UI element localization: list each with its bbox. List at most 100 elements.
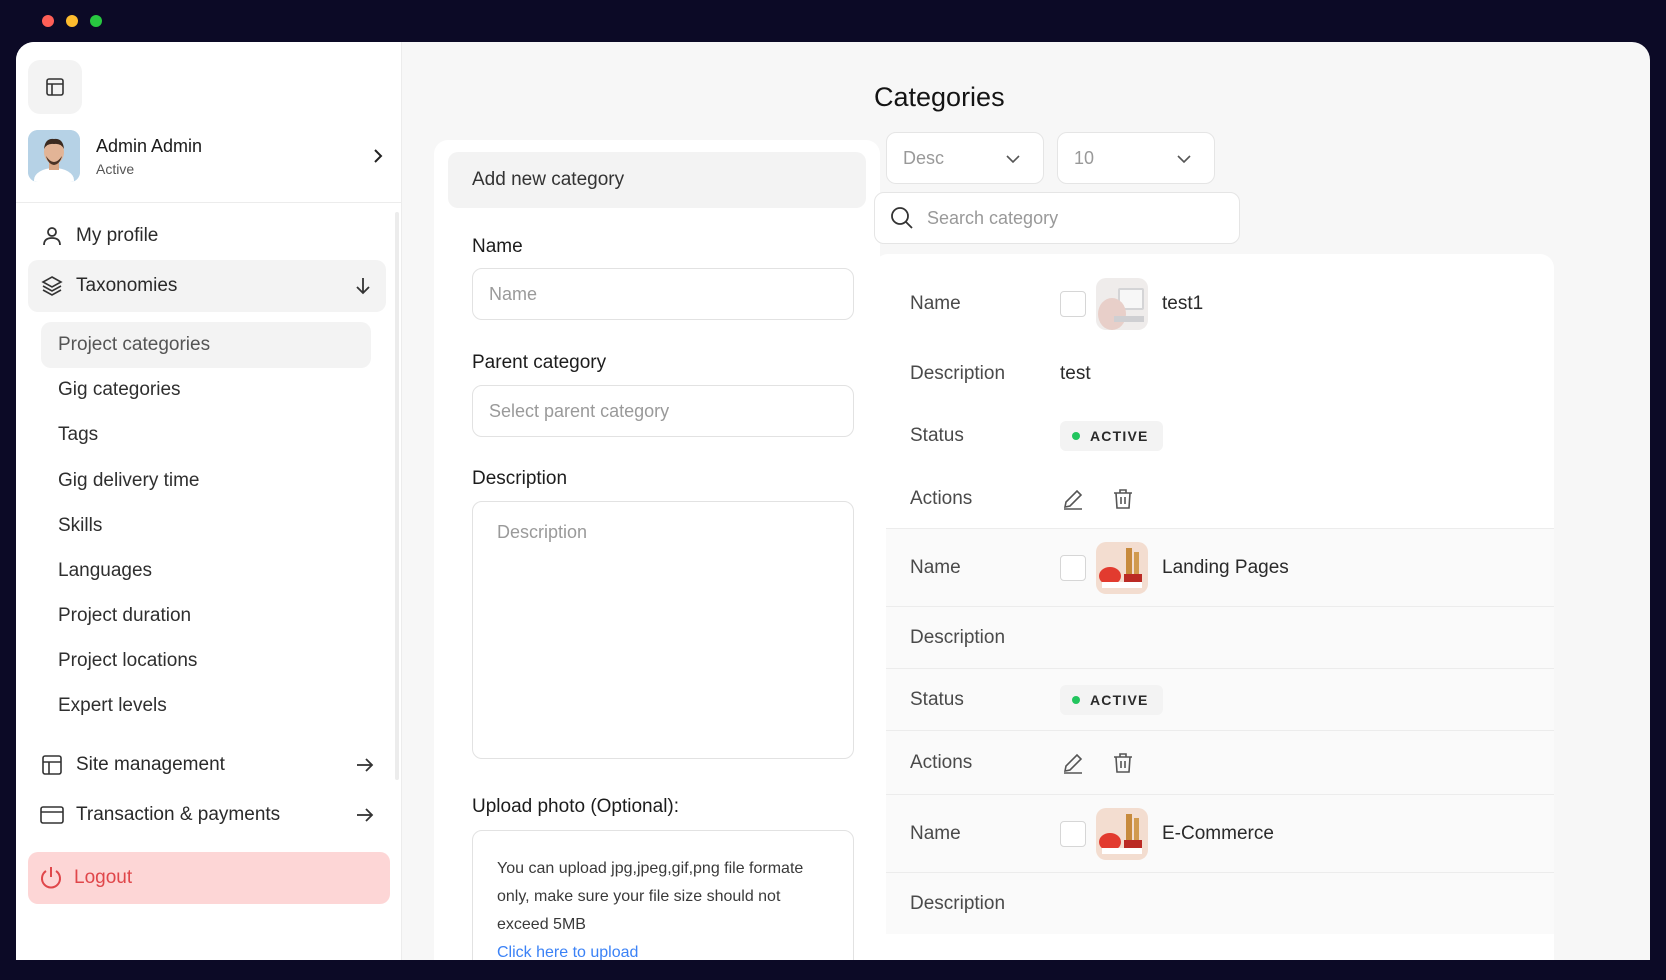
status-badge: ACTIVE: [1060, 421, 1163, 451]
upload-hint: You can upload jpg,jpeg,gif,png file for…: [497, 860, 804, 933]
user-icon: [40, 224, 64, 248]
trash-icon: [1114, 752, 1132, 773]
arrow-right-icon: [357, 758, 374, 772]
search-placeholder: Search category: [927, 207, 1059, 228]
toggle-layout-button[interactable]: [28, 60, 82, 114]
edit-button[interactable]: [1060, 486, 1086, 512]
chevron-right-icon: [374, 149, 383, 163]
sidebar-item-site-management[interactable]: Site management: [28, 739, 400, 791]
pencil-icon: [1063, 489, 1083, 510]
arrow-down-icon: [356, 278, 370, 295]
category-row-description: Description: [886, 606, 1554, 668]
description-textarea[interactable]: Description: [472, 501, 854, 759]
field-label: Actions: [910, 751, 973, 773]
upload-link[interactable]: Click here to upload: [497, 939, 829, 960]
window-controls: [42, 15, 102, 27]
category-row-description: Description test: [886, 348, 1554, 400]
upload-dropzone[interactable]: You can upload jpg,jpeg,gif,png file for…: [472, 830, 854, 960]
upload-photo-label: Upload photo (Optional):: [472, 796, 680, 817]
category-row-status: Status ACTIVE: [886, 668, 1554, 730]
delete-button[interactable]: [1110, 750, 1136, 776]
field-label: Actions: [910, 488, 973, 509]
profile-name: Admin Admin: [96, 135, 203, 156]
add-category-header: Add new category: [448, 152, 866, 208]
sidebar-subitem-gig-delivery-time[interactable]: Gig delivery time: [41, 458, 371, 504]
category-name: Landing Pages: [1162, 556, 1289, 578]
profile-card[interactable]: Admin Admin Active: [28, 130, 388, 182]
delete-button[interactable]: [1110, 486, 1136, 512]
status-text: ACTIVE: [1090, 691, 1149, 708]
select-checkbox[interactable]: [1060, 291, 1086, 317]
status-dot: [1072, 695, 1080, 704]
field-label: Status: [910, 425, 964, 446]
parent-category-label: Parent category: [472, 352, 607, 373]
minimize-window-button[interactable]: [66, 15, 78, 27]
sidebar-subitem-project-duration[interactable]: Project duration: [41, 593, 371, 639]
sidebar-subitem-languages[interactable]: Languages: [41, 548, 371, 594]
sidebar-item-label: Taxonomies: [76, 275, 178, 296]
sidebar-subitem-project-locations[interactable]: Project locations: [41, 638, 371, 684]
category-row-actions: Actions: [886, 730, 1554, 794]
search-icon: [891, 207, 913, 229]
name-input[interactable]: Name: [472, 268, 854, 320]
category-row-status: Status ACTIVE: [886, 410, 1554, 462]
sidebar-item-label: My profile: [76, 225, 159, 246]
sidebar-subitem-project-categories[interactable]: Project categories: [41, 322, 371, 368]
select-checkbox[interactable]: [1060, 554, 1086, 581]
layers-icon: [40, 274, 64, 298]
status-text: ACTIVE: [1090, 428, 1149, 444]
sidebar-subitem-tags[interactable]: Tags: [41, 412, 371, 458]
status-dot: [1072, 432, 1080, 440]
add-category-card: Add new category Name Name Parent catego…: [434, 140, 880, 960]
sort-value: Desc: [903, 147, 945, 168]
category-row-name: Name test1: [886, 276, 1554, 332]
sidebar: Admin Admin Active My profile Taxonomies…: [16, 42, 402, 960]
category-row-name: Name E-Commerce: [886, 794, 1554, 872]
sidebar-subitem-expert-levels[interactable]: Expert levels: [41, 683, 371, 729]
sidebar-item-taxonomies[interactable]: Taxonomies: [28, 260, 386, 312]
field-label: Name: [910, 822, 961, 844]
search-input[interactable]: Search category: [874, 192, 1240, 244]
description-label: Description: [472, 468, 568, 489]
app-window: Admin Admin Active My profile Taxonomies…: [16, 42, 1650, 960]
category-row-actions: Actions: [886, 472, 1554, 526]
power-icon: [41, 867, 61, 889]
field-label: Status: [910, 688, 964, 710]
sidebar-item-transactions[interactable]: Transaction & payments: [28, 789, 400, 841]
close-window-button[interactable]: [42, 15, 54, 27]
sort-select[interactable]: Desc: [886, 132, 1044, 184]
status-badge: ACTIVE: [1060, 684, 1163, 715]
edit-button[interactable]: [1060, 750, 1086, 776]
per-page-select[interactable]: 10: [1057, 132, 1215, 184]
profile-status: Active: [96, 160, 135, 177]
chevron-down-icon: [1177, 155, 1191, 164]
pencil-icon: [1063, 753, 1083, 774]
field-label: Description: [910, 363, 1006, 384]
layout-icon: [46, 78, 64, 96]
category-thumbnail: [1096, 807, 1148, 860]
category-thumbnail: [1096, 278, 1148, 330]
divider: [16, 202, 402, 203]
sidebar-item-my-profile[interactable]: My profile: [28, 210, 400, 262]
logout-label: Logout: [74, 867, 133, 888]
avatar: [28, 130, 80, 182]
categories-list: Name test1 Description test Status ACTIV…: [874, 254, 1554, 960]
category-description: test: [1060, 363, 1091, 384]
maximize-window-button[interactable]: [90, 15, 102, 27]
credit-card-icon: [40, 803, 64, 827]
sidebar-subitem-skills[interactable]: Skills: [41, 503, 371, 549]
arrow-right-icon: [357, 808, 374, 822]
category-row-description: Description: [886, 872, 1554, 934]
category-thumbnail: [1096, 541, 1148, 594]
logout-button[interactable]: Logout: [28, 852, 390, 904]
sidebar-item-label: Site management: [76, 754, 225, 775]
name-label: Name: [472, 236, 523, 257]
parent-category-select[interactable]: Select parent category: [472, 385, 854, 437]
chevron-down-icon: [1006, 155, 1020, 164]
sidebar-scrollbar[interactable]: [395, 212, 399, 780]
field-label: Description: [910, 626, 1006, 648]
layout-icon: [40, 753, 64, 777]
select-checkbox[interactable]: [1060, 820, 1086, 847]
sidebar-subitem-gig-categories[interactable]: Gig categories: [41, 367, 371, 413]
field-label: Name: [910, 556, 961, 578]
